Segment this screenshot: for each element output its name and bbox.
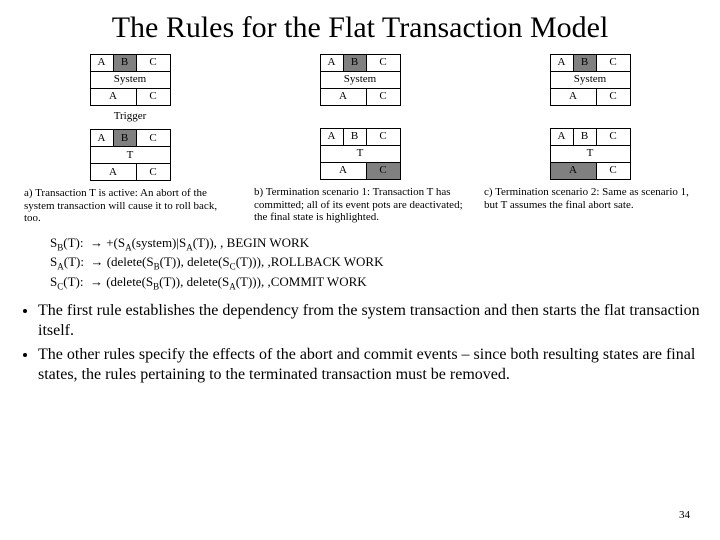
cell: B xyxy=(343,129,366,146)
cell: C xyxy=(366,89,400,106)
t-table-c: ABC T AC xyxy=(550,128,631,180)
cell: C xyxy=(136,55,170,72)
cell: A xyxy=(550,89,596,106)
system-table-a: ABC System AC xyxy=(90,54,171,106)
cell: C xyxy=(596,55,630,72)
cell: A xyxy=(550,163,596,180)
rule-sa: SA(T): → (delete(SB(T)), delete(SC(T))),… xyxy=(50,254,700,273)
system-table-c: ABC System AC xyxy=(550,54,631,106)
caption-c: c) Termination scenario 2: Same as scena… xyxy=(480,186,700,211)
cell: B xyxy=(113,55,136,72)
system-table-b: ABC System AC xyxy=(320,54,401,106)
cell: A xyxy=(90,89,136,106)
rule-sc: SC(T): → (delete(SB(T)), delete(SA(T))),… xyxy=(50,274,700,293)
trigger-label: Trigger xyxy=(114,110,147,123)
summary-bullets: The first rule establishes the dependenc… xyxy=(20,301,700,385)
caption-a: a) Transaction T is active: An abort of … xyxy=(20,187,240,225)
cell: A xyxy=(550,129,573,146)
cell: C xyxy=(366,129,400,146)
page-number: 34 xyxy=(679,509,690,522)
cell: System xyxy=(550,72,630,89)
cell: A xyxy=(90,55,113,72)
cell: C xyxy=(596,89,630,106)
cell: B xyxy=(343,55,366,72)
cell: C xyxy=(136,164,170,181)
cell: A xyxy=(90,164,136,181)
cell: System xyxy=(90,72,170,89)
cell: T xyxy=(550,146,630,163)
cell: B xyxy=(573,55,596,72)
cell: B xyxy=(573,129,596,146)
cell: T xyxy=(90,147,170,164)
bullet-2: The other rules specify the effects of t… xyxy=(38,345,700,385)
scenario-c: ABC System AC ABC T AC c) Termination sc… xyxy=(480,52,700,225)
t-table-a: ABC T AC xyxy=(90,129,171,181)
cell: A xyxy=(550,55,573,72)
rule-sb: SB(T): → +(SA(system)|SA(T)), , BEGIN WO… xyxy=(50,235,700,254)
t-table-b: ABC T AC xyxy=(320,128,401,180)
cell: C xyxy=(366,163,400,180)
cell: A xyxy=(320,129,343,146)
cell: System xyxy=(320,72,400,89)
bullet-1: The first rule establishes the dependenc… xyxy=(38,301,700,341)
page-title: The Rules for the Flat Transaction Model xyxy=(20,10,700,46)
scenario-b: ABC System AC ABC T AC b) Termination sc… xyxy=(250,52,470,225)
cell: C xyxy=(136,89,170,106)
cell: A xyxy=(320,89,366,106)
cell: A xyxy=(320,163,366,180)
scenario-a: ABC System AC Trigger ABC T AC a) Transa… xyxy=(20,52,240,225)
cell: C xyxy=(596,163,630,180)
cell: B xyxy=(113,130,136,147)
caption-b: b) Termination scenario 1: Transaction T… xyxy=(250,186,470,224)
cell: T xyxy=(320,146,400,163)
cell: A xyxy=(320,55,343,72)
cell: C xyxy=(596,129,630,146)
rule-definitions: SB(T): → +(SA(system)|SA(T)), , BEGIN WO… xyxy=(50,235,700,293)
cell: A xyxy=(90,130,113,147)
scenarios-row: ABC System AC Trigger ABC T AC a) Transa… xyxy=(20,52,700,225)
cell: C xyxy=(136,130,170,147)
cell: C xyxy=(366,55,400,72)
